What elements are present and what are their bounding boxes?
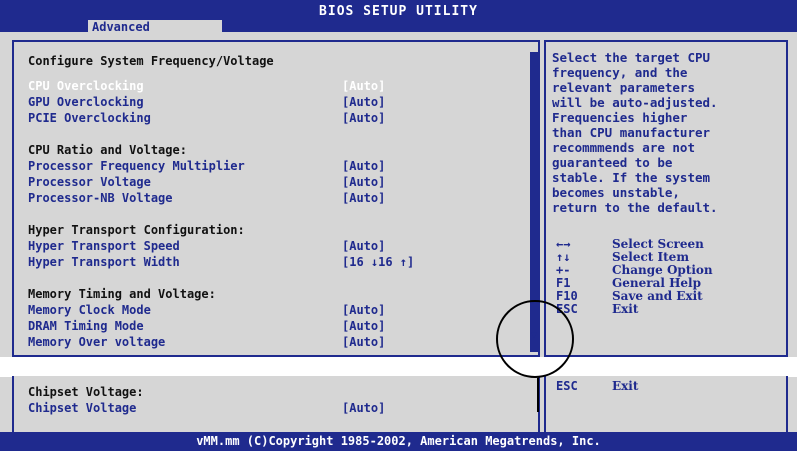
- help-text-line: Select the target CPU: [552, 50, 711, 65]
- setting-value[interactable]: [Auto]: [342, 94, 385, 110]
- setting-dram-timing-mode[interactable]: DRAM Timing Mode [Auto]: [28, 318, 385, 334]
- setting-label: GPU Overclocking: [28, 95, 144, 109]
- setting-cpu-overclocking[interactable]: CPU Overclocking [Auto]: [28, 78, 385, 94]
- footer-copyright: vMM.mm (C)Copyright 1985-2002, American …: [0, 432, 797, 451]
- scroll-up-arrow-icon[interactable]: ▲: [528, 50, 540, 62]
- settings-panel-lower: Chipset Voltage: Chipset Voltage [Auto]: [12, 376, 540, 432]
- title-bar: BIOS SETUP UTILITY Advanced: [0, 0, 797, 34]
- help-text-line: relevant parameters: [552, 80, 695, 95]
- section-heading-cpu-ratio: CPU Ratio and Voltage:: [28, 143, 187, 157]
- tab-advanced[interactable]: Advanced: [88, 20, 222, 34]
- setting-value[interactable]: [Auto]: [342, 238, 385, 254]
- setting-hyper-transport-width[interactable]: Hyper Transport Width [16 ↓16 ↑]: [28, 254, 414, 270]
- callout-circle: [496, 300, 574, 378]
- callout-line: [537, 378, 539, 412]
- key-desc: Select Screen: [612, 237, 704, 251]
- setting-processor-nb-voltage[interactable]: Processor-NB Voltage [Auto]: [28, 190, 385, 206]
- setting-label: Processor Frequency Multiplier: [28, 159, 245, 173]
- setting-processor-voltage[interactable]: Processor Voltage [Auto]: [28, 174, 385, 190]
- setting-gpu-overclocking[interactable]: GPU Overclocking [Auto]: [28, 94, 385, 110]
- setting-hyper-transport-speed[interactable]: Hyper Transport Speed [Auto]: [28, 238, 385, 254]
- section-heading-chipset-voltage: Chipset Voltage:: [28, 385, 144, 399]
- key-desc: Select Item: [612, 250, 690, 264]
- setting-label: Chipset Voltage: [28, 401, 137, 415]
- setting-value[interactable]: [Auto]: [342, 190, 385, 206]
- setting-value[interactable]: [Auto]: [342, 400, 385, 416]
- help-text-line: recommmends are not: [552, 140, 695, 155]
- settings-panel: Configure System Frequency/Voltage CPU O…: [12, 40, 540, 357]
- setting-label: DRAM Timing Mode: [28, 319, 144, 333]
- setting-pcie-overclocking[interactable]: PCIE Overclocking [Auto]: [28, 110, 385, 126]
- key-desc: Save and Exit: [612, 289, 703, 303]
- setting-label: Processor-NB Voltage: [28, 191, 173, 205]
- key-desc: Exit: [612, 302, 639, 316]
- setting-label: Hyper Transport Speed: [28, 239, 180, 253]
- setting-label: Memory Clock Mode: [28, 303, 151, 317]
- help-text-line: becomes unstable,: [552, 185, 680, 200]
- help-panel: Select the target CPU frequency, and the…: [544, 40, 788, 357]
- bios-title: BIOS SETUP UTILITY: [319, 4, 478, 19]
- setting-label: Processor Voltage: [28, 175, 151, 189]
- separator-band: [0, 357, 797, 377]
- panel-heading: Configure System Frequency/Voltage: [28, 54, 274, 68]
- setting-value[interactable]: [Auto]: [342, 110, 385, 126]
- key-help-exit: ESC Exit: [556, 380, 638, 393]
- setting-chipset-voltage[interactable]: Chipset Voltage [Auto]: [28, 400, 385, 416]
- setting-memory-over-voltage[interactable]: Memory Over voltage [Auto]: [28, 334, 385, 350]
- setting-label: PCIE Overclocking: [28, 111, 151, 125]
- section-heading-hyper-transport: Hyper Transport Configuration:: [28, 223, 245, 237]
- key-glyph: ESC: [556, 379, 578, 393]
- setting-processor-frequency-multiplier[interactable]: Processor Frequency Multiplier [Auto]: [28, 158, 385, 174]
- help-text-line: guaranteed to be: [552, 155, 673, 170]
- setting-value[interactable]: [Auto]: [342, 334, 385, 350]
- setting-value[interactable]: [Auto]: [342, 302, 385, 318]
- help-text-line: stable. If the system: [552, 170, 711, 185]
- help-text-line: return to the default.: [552, 200, 718, 215]
- help-text-line: Frequencies higher: [552, 110, 688, 125]
- key-help-exit: ESC Exit: [556, 303, 638, 316]
- setting-memory-clock-mode[interactable]: Memory Clock Mode [Auto]: [28, 302, 385, 318]
- setting-value[interactable]: [Auto]: [342, 174, 385, 190]
- help-text-line: will be auto-adjusted.: [552, 95, 718, 110]
- setting-label: CPU Overclocking: [28, 79, 144, 93]
- help-panel-lower: ESC Exit: [544, 376, 788, 432]
- setting-label: Memory Over voltage: [28, 335, 166, 349]
- setting-value[interactable]: [16 ↓16 ↑]: [342, 254, 414, 270]
- setting-value[interactable]: [Auto]: [342, 78, 385, 94]
- help-text-line: frequency, and the: [552, 65, 688, 80]
- help-text-line: than CPU manufacturer: [552, 125, 711, 140]
- setting-value[interactable]: [Auto]: [342, 158, 385, 174]
- section-heading-memory-timing: Memory Timing and Voltage:: [28, 287, 216, 301]
- key-desc: Change Option: [612, 263, 713, 277]
- key-desc: General Help: [612, 276, 701, 290]
- setting-value[interactable]: [Auto]: [342, 318, 385, 334]
- key-desc: Exit: [612, 379, 639, 393]
- setting-label: Hyper Transport Width: [28, 255, 180, 269]
